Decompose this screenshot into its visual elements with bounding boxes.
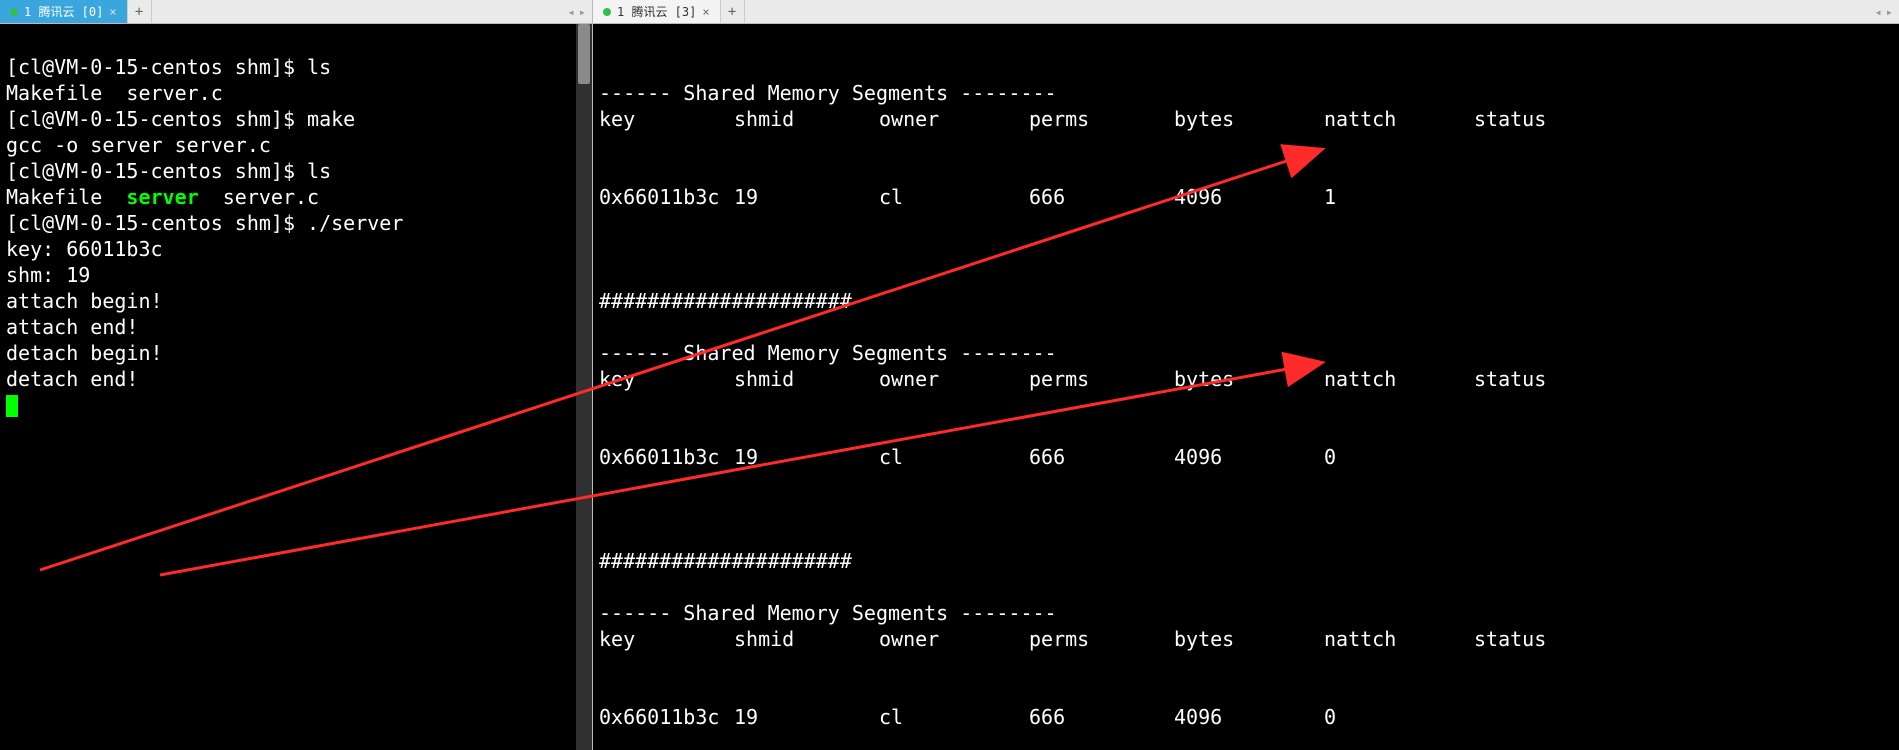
prompt-line: [cl@VM-0-15-centos shm]$ make xyxy=(6,107,355,131)
prompt-line: [cl@VM-0-15-centos shm]$ ./server xyxy=(6,211,403,235)
table-header: keyshmidownerpermsbytesnattchstatus xyxy=(599,626,1893,652)
section-header: ------ Shared Memory Segments -------- xyxy=(599,341,1057,365)
output-line: shm: 19 xyxy=(6,263,90,287)
pane-left: 1 腾讯云 [0] × + ◂ ▸ [cl@VM-0-15-centos shm… xyxy=(0,0,593,750)
output-line: Makefile server server.c xyxy=(6,185,319,209)
close-icon[interactable]: × xyxy=(109,0,116,24)
output-line: key: 66011b3c xyxy=(6,237,163,261)
scrollbar-vertical[interactable] xyxy=(576,24,592,750)
divider-line: ##################### xyxy=(599,289,852,313)
tab-scroll-left-icon[interactable]: ◂ xyxy=(568,5,575,19)
divider-line: ##################### xyxy=(599,549,852,573)
cursor-icon xyxy=(6,395,18,417)
section-header: ------ Shared Memory Segments -------- xyxy=(599,601,1057,625)
output-line: attach end! xyxy=(6,315,138,339)
tab-scroll-right-icon[interactable]: ▸ xyxy=(579,5,586,19)
status-dot-icon xyxy=(603,8,611,16)
table-row: 0x66011b3c19cl66640960 xyxy=(599,444,1893,470)
tabbar-right: 1 腾讯云 [3] × + ◂ ▸ xyxy=(593,0,1899,24)
tab-scroll-arrows: ◂ ▸ xyxy=(1869,0,1899,23)
tab-label: 1 腾讯云 [3] xyxy=(617,0,696,24)
tab-right-1[interactable]: 1 腾讯云 [3] × xyxy=(593,0,721,23)
tab-left-1[interactable]: 1 腾讯云 [0] × xyxy=(0,0,128,23)
prompt-line: [cl@VM-0-15-centos shm]$ ls xyxy=(6,55,331,79)
executable-name: server xyxy=(126,185,198,209)
terminal-right[interactable]: ------ Shared Memory Segments -------- k… xyxy=(593,24,1899,750)
tab-scroll-left-icon[interactable]: ◂ xyxy=(1875,5,1882,19)
new-tab-button[interactable]: + xyxy=(128,0,152,23)
new-tab-button[interactable]: + xyxy=(721,0,745,23)
output-line: detach end! xyxy=(6,367,138,391)
terminal-left[interactable]: [cl@VM-0-15-centos shm]$ ls Makefile ser… xyxy=(0,24,592,750)
output-line: Makefile server.c xyxy=(6,81,223,105)
tab-scroll-arrows: ◂ ▸ xyxy=(562,0,592,23)
tabbar-left: 1 腾讯云 [0] × + ◂ ▸ xyxy=(0,0,592,24)
scrollbar-thumb[interactable] xyxy=(578,24,590,84)
section-header: ------ Shared Memory Segments -------- xyxy=(599,81,1057,105)
split-workspace: 1 腾讯云 [0] × + ◂ ▸ [cl@VM-0-15-centos shm… xyxy=(0,0,1899,750)
table-header: keyshmidownerpermsbytesnattchstatus xyxy=(599,366,1893,392)
tab-scroll-right-icon[interactable]: ▸ xyxy=(1886,5,1893,19)
status-dot-icon xyxy=(10,8,18,16)
table-row: 0x66011b3c19cl66640961 xyxy=(599,184,1893,210)
table-header: keyshmidownerpermsbytesnattchstatus xyxy=(599,106,1893,132)
pane-right: 1 腾讯云 [3] × + ◂ ▸ ------ Shared Memory S… xyxy=(593,0,1899,750)
table-row: 0x66011b3c19cl66640960 xyxy=(599,704,1893,730)
prompt-line: [cl@VM-0-15-centos shm]$ ls xyxy=(6,159,331,183)
tab-label: 1 腾讯云 [0] xyxy=(24,0,103,24)
output-line: gcc -o server server.c xyxy=(6,133,271,157)
output-line: attach begin! xyxy=(6,289,163,313)
close-icon[interactable]: × xyxy=(702,0,709,24)
output-line: detach begin! xyxy=(6,341,163,365)
